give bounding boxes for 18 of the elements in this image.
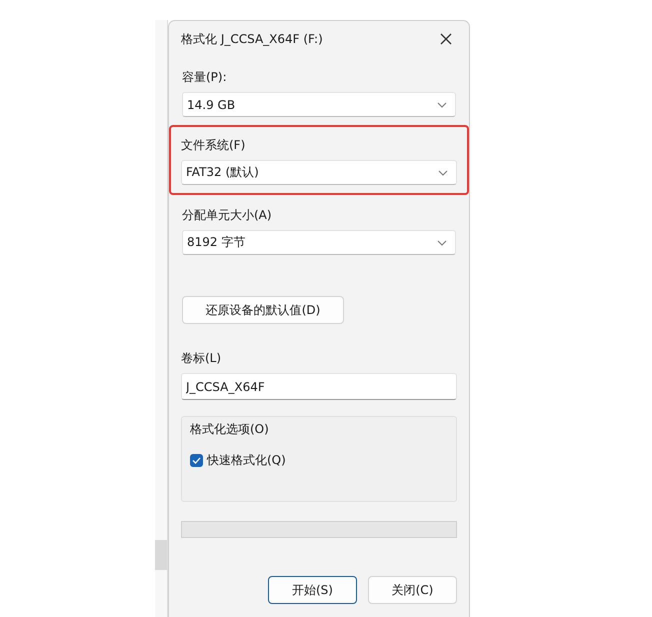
checkbox[interactable] xyxy=(190,454,203,467)
chevron-icon xyxy=(437,240,447,246)
window-title: 格式化 J_CCSA_X64F (F:) xyxy=(181,30,323,48)
field-label: 文件系统(F) xyxy=(181,137,246,154)
restore-defaults-button[interactable]: 还原设备的默认值(D) xyxy=(182,296,344,324)
chevron-icon xyxy=(438,170,448,176)
close-icon xyxy=(440,33,452,45)
field-label: 分配单元大小(A) xyxy=(182,207,273,224)
field-label: 卷标(L) xyxy=(181,350,222,367)
field-label: 容量(P): xyxy=(182,69,228,86)
dropdown[interactable]: 14.9 GB xyxy=(182,92,456,117)
close-dialog-button[interactable]: 关闭(C) xyxy=(368,576,457,604)
dropdown[interactable]: FAT32 (默认) xyxy=(181,160,457,185)
group-title: 格式化选项(O) xyxy=(190,421,270,438)
start-button[interactable]: 开始(S) xyxy=(268,576,357,604)
dropdown[interactable]: 8192 字节 xyxy=(182,230,456,255)
chevron-icon xyxy=(437,102,447,108)
checkbox-label[interactable]: 快速格式化(Q) xyxy=(207,452,286,469)
